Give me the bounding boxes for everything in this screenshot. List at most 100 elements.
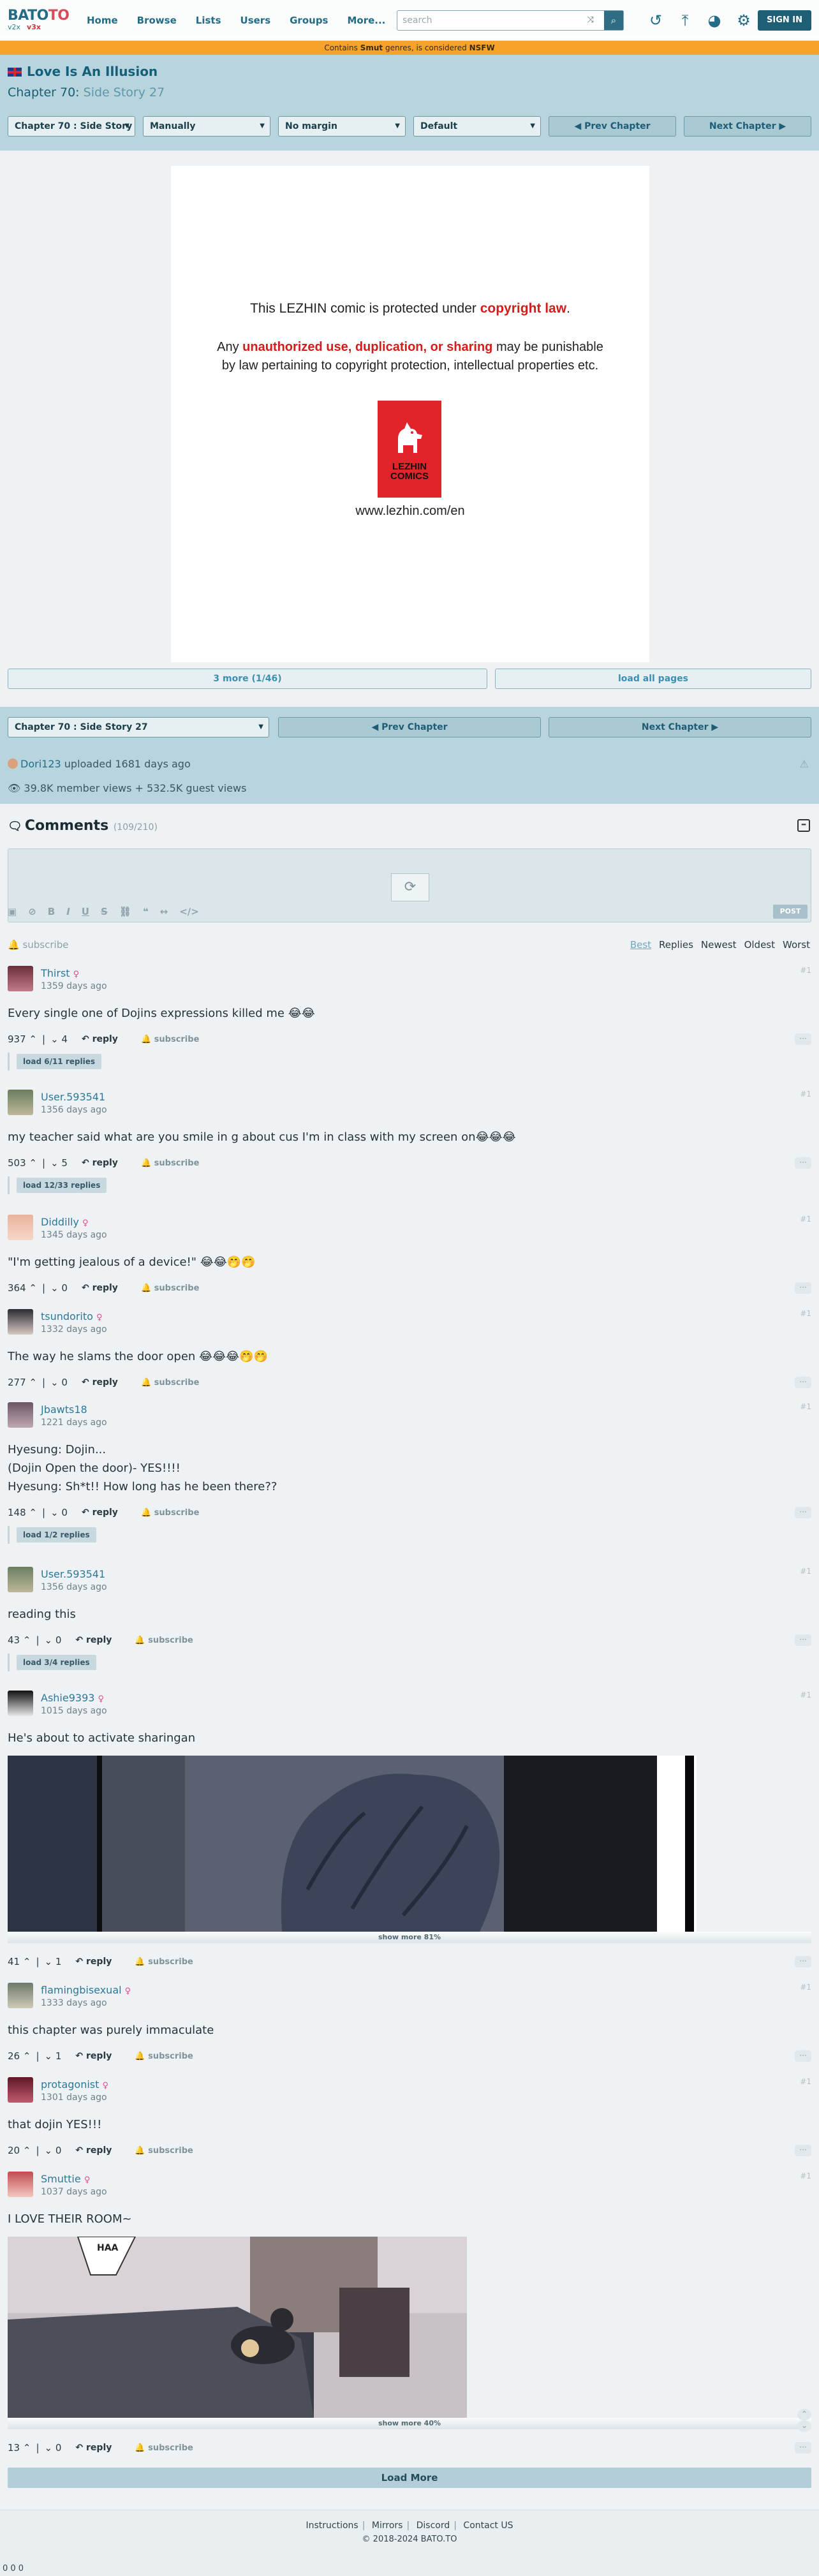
collapse-icon[interactable]: – xyxy=(797,819,810,832)
series-title[interactable]: Love Is An Illusion xyxy=(8,64,158,79)
comment-author[interactable]: flamingbisexual ♀ xyxy=(41,1984,131,1996)
reply-button[interactable]: ↶ reply xyxy=(75,2051,112,2061)
settings-gear-icon[interactable]: ⚙ xyxy=(734,10,754,31)
sort-best[interactable]: Best xyxy=(630,939,651,951)
nav-browse[interactable]: Browse xyxy=(137,15,177,26)
more-options-icon[interactable]: ··· xyxy=(795,2442,811,2454)
sort-worst[interactable]: Worst xyxy=(783,939,810,951)
nav-more[interactable]: More... xyxy=(347,15,385,26)
search-button[interactable]: ⌕ xyxy=(604,11,623,30)
downvote-icon[interactable]: ⌄ xyxy=(50,1282,59,1294)
load-all-pages-button[interactable]: load all pages xyxy=(495,669,811,689)
prev-chapter-button-bottom[interactable]: ◀ Prev Chapter xyxy=(278,717,541,737)
reply-button[interactable]: ↶ reply xyxy=(82,1377,118,1388)
avatar[interactable] xyxy=(8,966,33,991)
sort-replies[interactable]: Replies xyxy=(659,939,693,951)
warning-icon[interactable]: ⚠ xyxy=(800,758,809,770)
sort-newest[interactable]: Newest xyxy=(701,939,737,951)
nav-groups[interactable]: Groups xyxy=(290,15,328,26)
more-options-icon[interactable]: ··· xyxy=(795,2050,811,2062)
comment-author[interactable]: tsundorito ♀ xyxy=(41,1310,103,1322)
downvote-icon[interactable]: ⌄ xyxy=(50,1033,59,1045)
more-options-icon[interactable]: ··· xyxy=(795,1282,811,1294)
reply-button[interactable]: ↶ reply xyxy=(82,1034,118,1044)
reply-button[interactable]: ↶ reply xyxy=(82,1507,118,1518)
upvote-icon[interactable]: ⌃ xyxy=(29,1033,37,1045)
avatar[interactable] xyxy=(8,1983,33,2008)
margin-select[interactable]: No margin ▼ xyxy=(278,116,406,137)
quote-icon[interactable]: ❝ xyxy=(143,906,149,917)
next-chapter-button[interactable]: Next Chapter ▶ xyxy=(684,116,811,137)
avatar[interactable] xyxy=(8,1090,33,1115)
more-options-icon[interactable]: ··· xyxy=(795,1377,811,1388)
upvote-icon[interactable]: ⌃ xyxy=(23,1956,31,1967)
upvote-icon[interactable]: ⌃ xyxy=(29,1157,37,1169)
footer-mirrors[interactable]: Mirrors xyxy=(372,2520,403,2531)
hr-icon[interactable]: ↔ xyxy=(160,906,168,917)
code-icon[interactable]: </> xyxy=(179,906,199,917)
comment-author[interactable]: protagonist ♀ xyxy=(41,2078,108,2091)
avatar[interactable] xyxy=(8,1402,33,1428)
more-options-icon[interactable]: ··· xyxy=(795,2145,811,2156)
downvote-icon[interactable]: ⌄ xyxy=(45,1956,53,1967)
subscribe-button[interactable]: 🔔 subscribe xyxy=(135,2443,193,2453)
reply-button[interactable]: ↶ reply xyxy=(82,1283,118,1293)
fit-select[interactable]: Default ▼ xyxy=(413,116,541,137)
spoiler-icon[interactable]: ⊘ xyxy=(28,906,36,917)
footer-discord[interactable]: Discord xyxy=(417,2520,450,2531)
load-replies-button[interactable]: load 12/33 replies xyxy=(17,1178,107,1193)
upvote-icon[interactable]: ⌃ xyxy=(29,1377,37,1388)
load-more-pages-button[interactable]: 3 more (1/46) xyxy=(8,669,487,689)
chapter-select-bottom[interactable]: Chapter 70 : Side Story 27 ▼ xyxy=(8,717,269,737)
underline-icon[interactable]: U xyxy=(82,906,89,917)
comment-author[interactable]: Jbawts18 xyxy=(41,1403,87,1416)
reply-button[interactable]: ↶ reply xyxy=(75,1957,112,1967)
upvote-icon[interactable]: ⌃ xyxy=(23,2442,31,2454)
comment-author[interactable]: Ashie9393 ♀ xyxy=(41,1692,104,1704)
expand-down-icon[interactable]: ⌄ xyxy=(797,2420,811,2432)
sign-in-button[interactable]: SIGN IN xyxy=(758,10,811,31)
upvote-icon[interactable]: ⌃ xyxy=(23,2050,31,2062)
sort-oldest[interactable]: Oldest xyxy=(744,939,775,951)
downvote-icon[interactable]: ⌄ xyxy=(45,2145,53,2156)
subscribe-button[interactable]: 🔔 subscribe xyxy=(141,1284,199,1293)
avatar[interactable] xyxy=(8,1567,33,1592)
downvote-icon[interactable]: ⌄ xyxy=(45,1634,53,1646)
downvote-icon[interactable]: ⌄ xyxy=(50,1507,59,1518)
avatar[interactable] xyxy=(8,1691,33,1716)
comment-author[interactable]: User.593541 xyxy=(41,1091,105,1103)
subscribe-button[interactable]: 🔔 subscribe xyxy=(141,1158,199,1168)
subscribe-button[interactable]: 🔔 subscribe xyxy=(141,1508,199,1518)
footer-contact[interactable]: Contact US xyxy=(463,2520,513,2531)
load-more-comments-button[interactable]: Load More xyxy=(8,2468,811,2488)
history-icon[interactable]: ↺ xyxy=(646,10,666,31)
footer-instructions[interactable]: Instructions xyxy=(306,2520,358,2531)
load-replies-button[interactable]: load 6/11 replies xyxy=(17,1054,101,1069)
prev-chapter-button[interactable]: ◀ Prev Chapter xyxy=(549,116,676,137)
upload-icon[interactable]: ⤒ xyxy=(675,10,695,31)
link-icon[interactable]: ⛓ xyxy=(119,906,131,917)
avatar[interactable] xyxy=(8,2172,33,2197)
search-input[interactable]: search ⤨ ⌕ xyxy=(397,10,624,31)
nav-users[interactable]: Users xyxy=(240,15,271,26)
upvote-icon[interactable]: ⌃ xyxy=(29,1282,37,1294)
nav-lists[interactable]: Lists xyxy=(196,15,221,26)
subscribe-button[interactable]: 🔔 subscribe xyxy=(141,1035,199,1044)
reply-button[interactable]: ↶ reply xyxy=(75,2443,112,2453)
show-more-button[interactable]: show more 40% xyxy=(8,2418,811,2429)
comment-author[interactable]: Thirst ♀ xyxy=(41,967,79,979)
image-icon[interactable]: ▣ xyxy=(8,906,17,917)
italic-icon[interactable]: I xyxy=(66,906,70,917)
comment-image[interactable] xyxy=(8,1756,697,1932)
subscribe-button[interactable]: 🔔 subscribe xyxy=(135,1636,193,1645)
comment-image[interactable]: HAA xyxy=(8,2237,467,2418)
comment-author[interactable]: Smuttie ♀ xyxy=(41,2173,90,2185)
reply-button[interactable]: ↶ reply xyxy=(75,2145,112,2156)
subscribe-button[interactable]: 🔔 subscribe xyxy=(135,1957,193,1967)
uploader-link[interactable]: Dori123 xyxy=(20,758,61,770)
strike-icon[interactable]: S xyxy=(101,906,108,917)
downvote-icon[interactable]: ⌄ xyxy=(50,1157,59,1169)
downvote-icon[interactable]: ⌄ xyxy=(45,2050,53,2062)
comic-page[interactable]: This LEZHIN comic is protected under cop… xyxy=(171,166,649,662)
downvote-icon[interactable]: ⌄ xyxy=(45,2442,53,2454)
